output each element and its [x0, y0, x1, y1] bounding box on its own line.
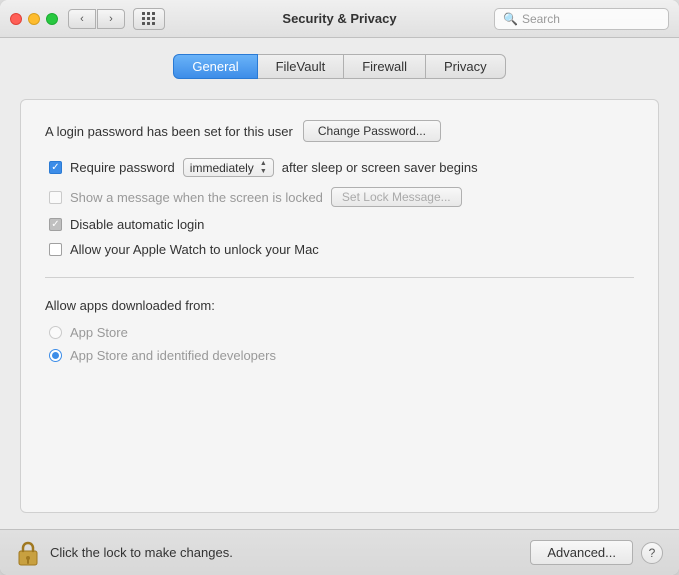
show-message-checkbox[interactable] — [49, 191, 62, 204]
change-password-button[interactable]: Change Password... — [303, 120, 441, 142]
lock-icon — [16, 539, 40, 567]
app-store-developers-label: App Store and identified developers — [70, 348, 276, 363]
login-password-text: A login password has been set for this u… — [45, 124, 293, 139]
window: ‹ › Security & Privacy 🔍 General FileVau… — [0, 0, 679, 575]
disable-login-checkbox[interactable] — [49, 218, 62, 231]
after-sleep-label: after sleep or screen saver begins — [282, 160, 478, 175]
help-button[interactable]: ? — [641, 542, 663, 564]
set-lock-message-button[interactable]: Set Lock Message... — [331, 187, 462, 207]
arrow-up-icon: ▲ — [260, 160, 267, 168]
immediately-select[interactable]: immediately ▲ ▼ — [183, 158, 274, 177]
login-password-row: A login password has been set for this u… — [45, 120, 634, 142]
titlebar: ‹ › Security & Privacy 🔍 — [0, 0, 679, 38]
grid-button[interactable] — [133, 8, 165, 30]
forward-icon: › — [109, 13, 113, 25]
immediately-value: immediately — [190, 161, 254, 175]
traffic-lights — [10, 13, 58, 25]
search-icon: 🔍 — [503, 12, 518, 26]
back-button[interactable]: ‹ — [68, 9, 96, 29]
app-store-row: App Store — [45, 325, 634, 340]
back-icon: ‹ — [80, 13, 84, 25]
allow-watch-row: Allow your Apple Watch to unlock your Ma… — [45, 242, 634, 257]
show-message-label: Show a message when the screen is locked — [70, 190, 323, 205]
lock-svg — [17, 540, 39, 566]
require-password-checkbox[interactable] — [49, 161, 62, 174]
tab-filevault[interactable]: FileVault — [257, 54, 345, 79]
close-button[interactable] — [10, 13, 22, 25]
require-password-row: Require password immediately ▲ ▼ after s… — [45, 158, 634, 177]
forward-button[interactable]: › — [97, 9, 125, 29]
divider — [45, 277, 634, 278]
tab-privacy[interactable]: Privacy — [425, 54, 506, 79]
grid-icon — [142, 12, 156, 26]
allow-watch-checkbox[interactable] — [49, 243, 62, 256]
stepper-arrows: ▲ ▼ — [260, 160, 267, 175]
allow-watch-label: Allow your Apple Watch to unlock your Ma… — [70, 242, 319, 257]
tab-firewall[interactable]: Firewall — [343, 54, 426, 79]
advanced-button[interactable]: Advanced... — [530, 540, 633, 565]
bottom-bar: Click the lock to make changes. Advanced… — [0, 529, 679, 575]
arrow-down-icon: ▼ — [260, 168, 267, 176]
lock-area[interactable]: Click the lock to make changes. — [16, 539, 233, 567]
nav-buttons: ‹ › — [68, 9, 125, 29]
minimize-button[interactable] — [28, 13, 40, 25]
app-store-label: App Store — [70, 325, 128, 340]
disable-login-label: Disable automatic login — [70, 217, 204, 232]
general-panel: A login password has been set for this u… — [20, 99, 659, 513]
maximize-button[interactable] — [46, 13, 58, 25]
app-store-developers-radio[interactable] — [49, 349, 62, 362]
require-password-label: Require password — [70, 160, 175, 175]
show-message-row: Show a message when the screen is locked… — [45, 187, 634, 207]
bottom-right: Advanced... ? — [530, 540, 663, 565]
lock-text: Click the lock to make changes. — [50, 545, 233, 560]
tab-general[interactable]: General — [173, 54, 257, 79]
app-store-radio[interactable] — [49, 326, 62, 339]
tabs: General FileVault Firewall Privacy — [20, 54, 659, 79]
search-input[interactable] — [522, 12, 660, 26]
window-title: Security & Privacy — [282, 11, 396, 26]
app-store-developers-row: App Store and identified developers — [45, 348, 634, 363]
content: General FileVault Firewall Privacy A log… — [0, 38, 679, 529]
disable-login-row: Disable automatic login — [45, 217, 634, 232]
allow-apps-label: Allow apps downloaded from: — [45, 298, 634, 313]
search-box[interactable]: 🔍 — [494, 8, 669, 30]
